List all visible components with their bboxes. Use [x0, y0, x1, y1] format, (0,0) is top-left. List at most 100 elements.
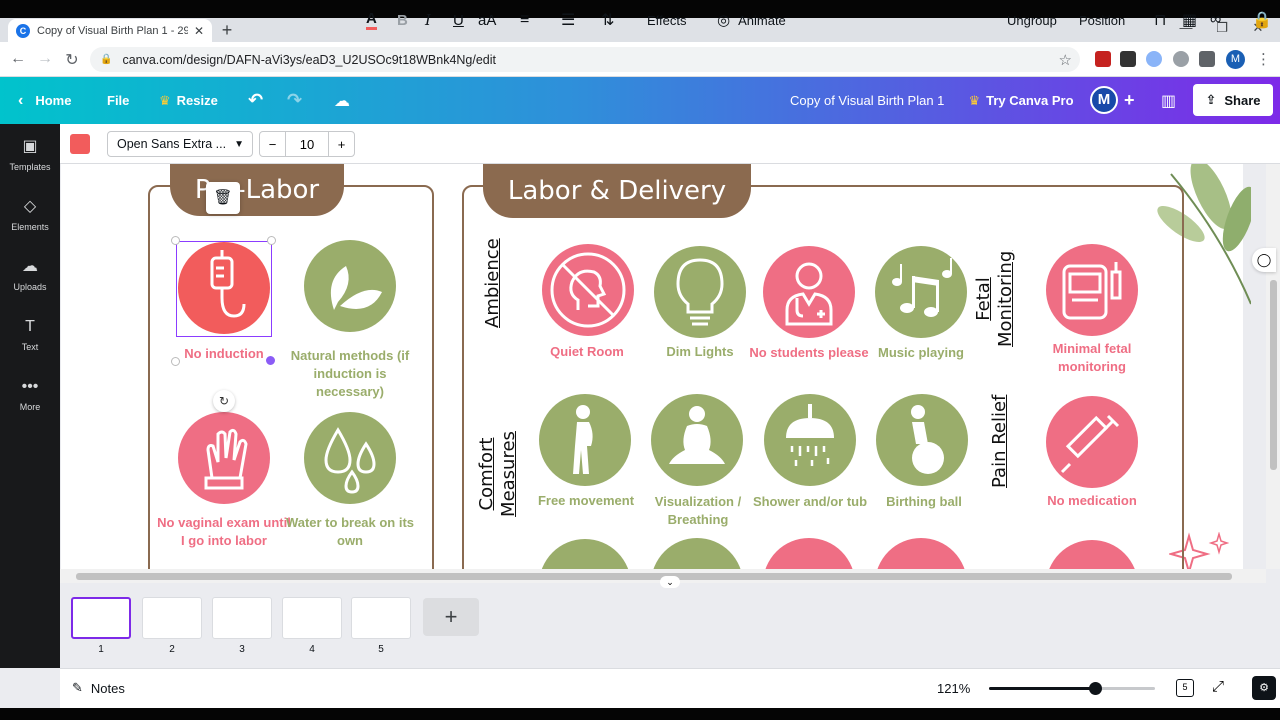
pdf-extension-icon[interactable]: [1095, 51, 1111, 67]
fullscreen-icon[interactable]: ⤢: [1212, 678, 1224, 695]
no-medication-circle[interactable]: [1046, 396, 1138, 488]
checklist-extension-icon[interactable]: [1120, 51, 1136, 67]
page-thumbnail-2[interactable]: [142, 597, 202, 639]
birthing-ball-label[interactable]: Birthing ball: [854, 493, 994, 511]
font-size-increase-button[interactable]: +: [328, 132, 354, 156]
redo-icon[interactable]: ↷: [287, 77, 302, 124]
zoom-level[interactable]: 121%: [937, 681, 970, 696]
resize-handle-bottom-right[interactable]: [266, 356, 275, 365]
add-collaborator-icon[interactable]: +: [1124, 77, 1135, 124]
insights-chart-icon[interactable]: ▥: [1161, 77, 1176, 124]
transparency-checker-icon[interactable]: ▦: [1182, 0, 1197, 40]
page-thumbnail-5[interactable]: [351, 597, 411, 639]
globe-extension-icon[interactable]: [1173, 51, 1189, 67]
text-color-swatch[interactable]: [70, 134, 90, 154]
visualization-circle[interactable]: [651, 394, 743, 486]
cloud-saved-icon[interactable]: ☁: [334, 77, 350, 124]
labor-delivery-title[interactable]: Labor & Delivery: [483, 164, 751, 218]
quiet-room-circle[interactable]: [542, 244, 634, 336]
ambience-section-label[interactable]: Ambience: [482, 238, 503, 328]
comment-bubble-icon[interactable]: ◯: [1252, 248, 1276, 272]
resize-handle-top-left[interactable]: [171, 236, 180, 245]
try-canva-pro-button[interactable]: ♛ Try Canva Pro: [962, 84, 1080, 117]
birthing-ball-circle[interactable]: [876, 394, 968, 486]
home-button[interactable]: ‹ Home: [18, 77, 71, 124]
free-movement-circle[interactable]: [539, 394, 631, 486]
lock-toggle-icon[interactable]: 🔒: [1252, 0, 1272, 40]
url-field[interactable]: 🔒 canva.com/design/DAFN-aVi3ys/eaD3_U2US…: [90, 47, 1080, 72]
tab-close-icon[interactable]: ✕: [194, 24, 204, 38]
vertical-scrollbar-thumb[interactable]: [1270, 280, 1277, 470]
sidebar-item-elements[interactable]: ◇ Elements: [0, 198, 60, 254]
minimal-fetal-monitoring-circle[interactable]: [1046, 244, 1138, 336]
design-page[interactable]: Pre-Labor Labor & Delivery No induction …: [61, 164, 1251, 569]
notes-button[interactable]: ✎ Notes: [72, 680, 125, 696]
file-menu-button[interactable]: File: [107, 77, 129, 124]
sidebar-item-templates[interactable]: ▣ Templates: [0, 138, 60, 194]
natural-methods-label[interactable]: Natural methods (if induction is necessa…: [280, 347, 420, 401]
pain-relief-section-label[interactable]: Pain Relief: [989, 395, 1010, 488]
text-color-button[interactable]: A: [366, 0, 377, 40]
page-count-button[interactable]: 5: [1176, 679, 1194, 697]
selection-frame[interactable]: [176, 241, 272, 337]
comfort-measures-section-label[interactable]: Comfort Measures: [476, 414, 522, 534]
page-thumbnail-3[interactable]: [212, 597, 272, 639]
bold-button[interactable]: B: [397, 0, 408, 40]
resize-button[interactable]: ♛ Resize: [159, 77, 218, 124]
dim-lights-circle[interactable]: [654, 246, 746, 338]
canvas-workspace[interactable]: Pre-Labor Labor & Delivery No induction …: [60, 164, 1280, 569]
collapse-pages-chevron-icon[interactable]: ⌄: [660, 576, 680, 588]
sidebar-item-text[interactable]: T Text: [0, 318, 60, 374]
align-center-icon[interactable]: ≡: [520, 0, 529, 40]
browser-profile-avatar[interactable]: M: [1226, 50, 1245, 69]
no-vaginal-exam-label[interactable]: No vaginal exam until I go into labor: [154, 514, 294, 550]
italic-button[interactable]: I: [425, 0, 431, 40]
new-tab-button[interactable]: +: [218, 20, 236, 40]
letter-case-button[interactable]: aA: [478, 0, 496, 40]
water-break-label[interactable]: Water to break on its own: [280, 514, 420, 550]
browser-tab[interactable]: C Copy of Visual Birth Plan 1 - 297 ✕: [8, 19, 212, 42]
minimal-fetal-monitoring-label[interactable]: Minimal fetal monitoring: [1022, 340, 1162, 376]
sidebar-item-uploads[interactable]: ☁ Uploads: [0, 258, 60, 314]
font-size-decrease-button[interactable]: −: [260, 132, 286, 156]
sidebar-item-more[interactable]: ••• More: [0, 378, 60, 434]
font-size-stepper[interactable]: − 10 +: [259, 131, 355, 157]
underline-button[interactable]: U: [453, 0, 464, 40]
position-button[interactable]: Position: [1079, 0, 1125, 40]
shower-circle[interactable]: [764, 394, 856, 486]
resize-handle-top-right[interactable]: [267, 236, 276, 245]
page-thumbnail-1[interactable]: [71, 597, 131, 639]
ungroup-button[interactable]: Ungroup: [1007, 0, 1057, 40]
horizontal-scrollbar-thumb[interactable]: [76, 573, 1232, 580]
reload-icon[interactable]: ↻: [62, 50, 82, 70]
pre-labor-title[interactable]: Pre-Labor: [170, 164, 344, 216]
back-arrow-icon[interactable]: ←: [8, 50, 28, 68]
natural-methods-circle[interactable]: [304, 240, 396, 332]
music-playing-label[interactable]: Music playing: [851, 344, 991, 362]
page-thumbnail-4[interactable]: [282, 597, 342, 639]
forward-arrow-icon[interactable]: →: [35, 50, 55, 68]
browser-menu-icon[interactable]: ⋮: [1256, 50, 1271, 68]
link-icon[interactable]: ∞: [1210, 0, 1221, 40]
help-assistant-icon[interactable]: ⚙: [1252, 676, 1276, 700]
music-playing-circle[interactable]: [875, 246, 967, 338]
water-break-circle[interactable]: [304, 412, 396, 504]
bulleted-list-icon[interactable]: ☰: [561, 0, 575, 40]
user-avatar[interactable]: M: [1090, 86, 1118, 114]
undo-icon[interactable]: ↶: [248, 77, 263, 124]
line-spacing-icon[interactable]: ⇅: [601, 0, 614, 40]
puzzle-extensions-icon[interactable]: [1199, 51, 1215, 67]
zoom-slider[interactable]: [989, 682, 1155, 695]
no-medication-label[interactable]: No medication: [1022, 492, 1162, 510]
delete-trash-icon[interactable]: 🗑: [206, 182, 240, 214]
document-title[interactable]: Copy of Visual Birth Plan 1: [790, 93, 944, 108]
animate-button[interactable]: ◎ Animate: [717, 0, 786, 40]
bookmark-star-icon[interactable]: ☆: [1059, 51, 1072, 69]
font-family-dropdown[interactable]: Open Sans Extra ... ▼: [107, 131, 253, 157]
fetal-monitoring-section-label[interactable]: Fetal Monitoring: [973, 251, 1019, 347]
no-vaginal-exam-circle[interactable]: [178, 412, 270, 504]
add-page-button[interactable]: +: [423, 598, 479, 636]
link-extension-icon[interactable]: [1146, 51, 1162, 67]
share-button[interactable]: ⇪ Share: [1193, 84, 1273, 116]
no-students-circle[interactable]: [763, 246, 855, 338]
